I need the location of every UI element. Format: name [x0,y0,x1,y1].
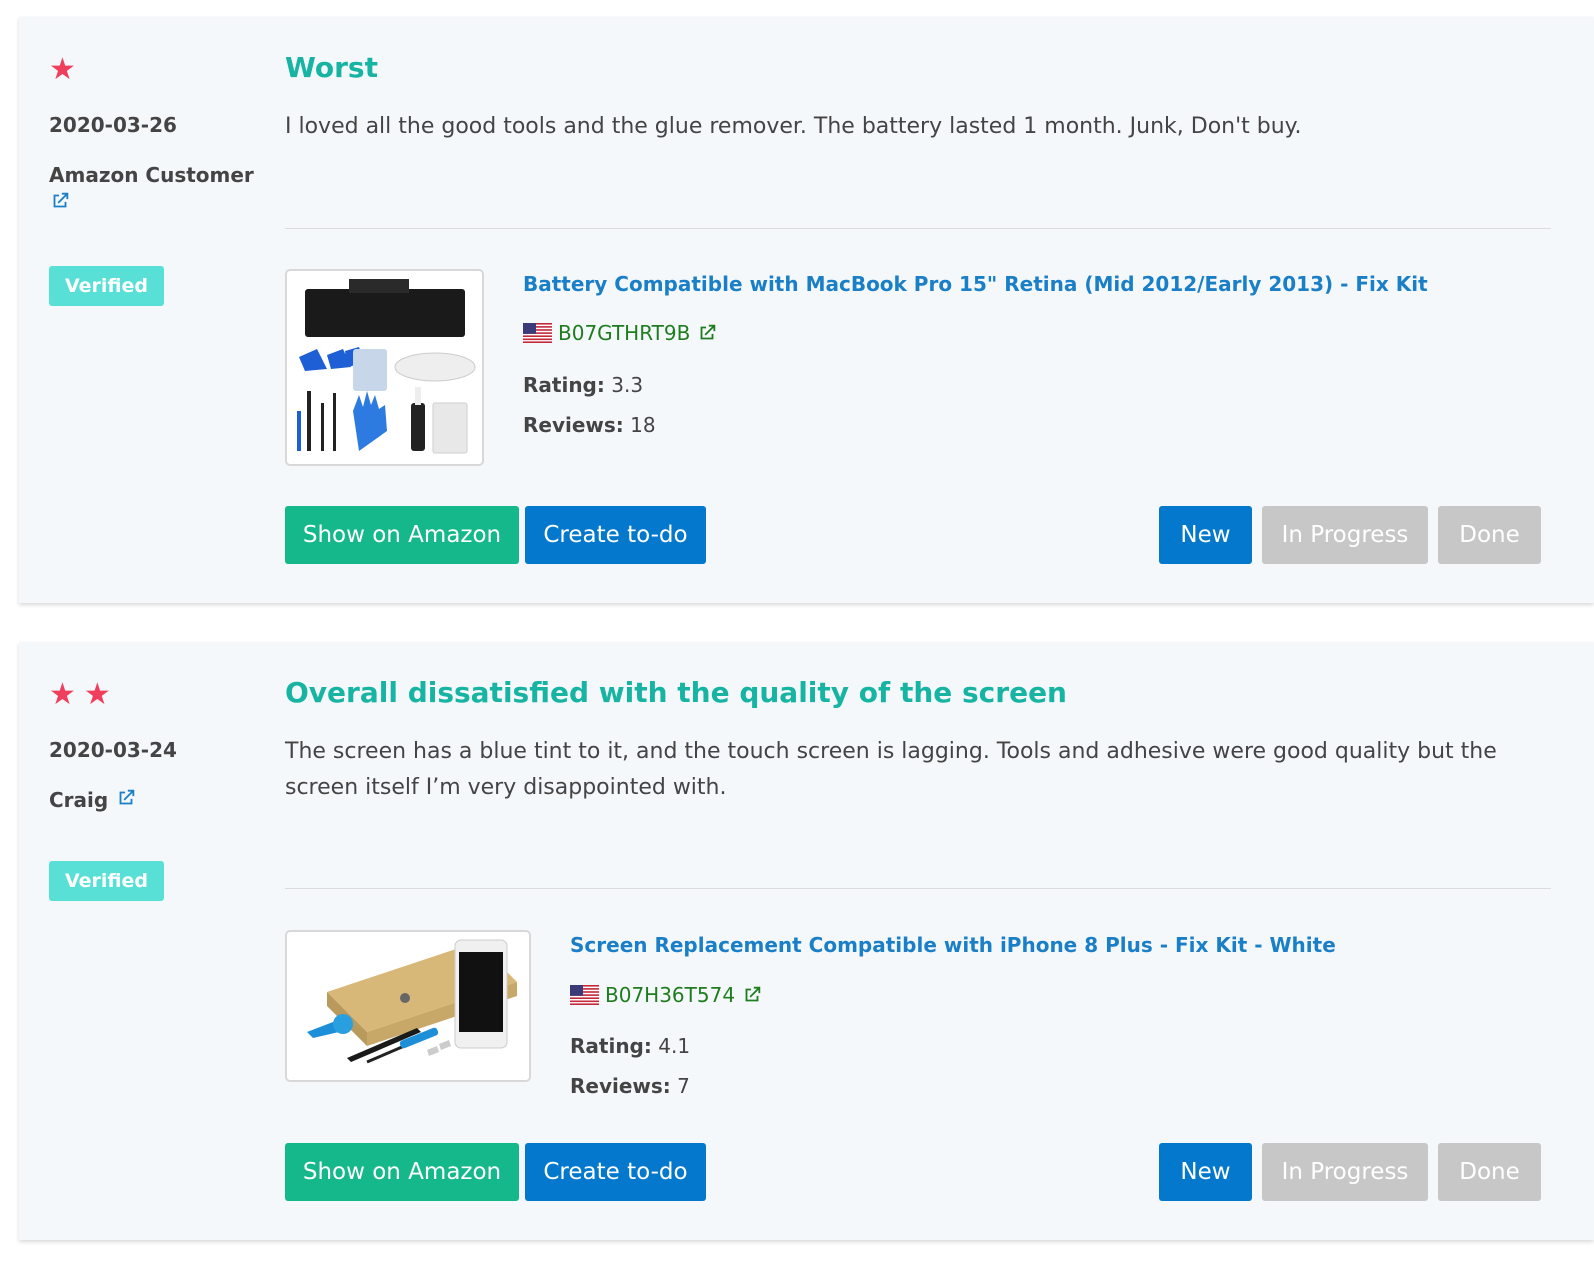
create-todo-button[interactable]: Create to-do [525,506,706,564]
product-rating: Rating: 3.3 [523,373,643,397]
external-link-icon[interactable] [49,190,71,212]
show-on-amazon-button[interactable]: Show on Amazon [285,506,519,564]
review-card: ★ ★ 2020-03-24 Craig Verified Overall di… [19,642,1594,1240]
star-icon: ★ [49,677,76,712]
product-rating: Rating: 4.1 [570,1034,690,1058]
rating-value: 4.1 [658,1034,691,1058]
review-text: The screen has a blue tint to it, and th… [285,739,1497,800]
product-title-link[interactable]: Screen Replacement Compatible with iPhon… [570,933,1336,957]
external-link-icon[interactable] [115,787,137,809]
asin-text[interactable]: B07GTHRT9B [558,321,690,345]
us-flag-icon [570,985,599,1005]
review-date: 2020-03-24 [49,738,177,762]
asin-text[interactable]: B07H36T574 [605,983,735,1007]
us-flag-icon [523,323,552,343]
product-asin: B07GTHRT9B [523,321,718,345]
reviews-value: 7 [677,1074,690,1098]
star-icon: ★ [83,677,111,712]
status-in-progress-button[interactable]: In Progress [1262,1143,1428,1201]
divider [285,228,1551,229]
product-title-link[interactable]: Battery Compatible with MacBook Pro 15" … [523,272,1428,296]
product-image[interactable] [285,930,531,1082]
star-rating: ★ ★ [49,677,111,712]
status-new-button[interactable]: New [1159,1143,1252,1201]
status-done-button[interactable]: Done [1438,1143,1541,1201]
verified-badge: Verified [49,266,165,306]
product-asin: B07H36T574 [570,983,763,1007]
rating-label: Rating: [570,1034,652,1058]
star-icon: ★ [49,52,76,87]
review-card: ★ 2020-03-26 Amazon Customer Verified Wo… [19,17,1594,603]
divider [285,888,1551,889]
rating-label: Rating: [523,373,605,397]
author-name: Amazon Customer [49,163,254,187]
review-author: Amazon Customer [49,161,259,217]
review-title: Overall dissatisfied with the quality of… [285,676,1067,709]
reviews-label: Reviews: [523,413,624,437]
create-todo-button[interactable]: Create to-do [525,1143,706,1201]
show-on-amazon-button[interactable]: Show on Amazon [285,1143,519,1201]
product-image[interactable] [285,269,484,466]
status-done-button[interactable]: Done [1438,506,1541,564]
review-date: 2020-03-26 [49,113,177,137]
star-rating: ★ [49,52,76,87]
product-reviews: Reviews: 18 [523,413,656,437]
reviews-value: 18 [630,413,656,437]
verified-badge: Verified [49,861,165,901]
status-new-button[interactable]: New [1159,506,1252,564]
external-link-icon[interactable] [741,984,763,1006]
author-name: Craig [49,788,109,812]
review-author: Craig [49,786,259,814]
review-text: I loved all the good tools and the glue … [285,114,1302,139]
rating-value: 3.3 [611,373,644,397]
reviews-label: Reviews: [570,1074,671,1098]
external-link-icon[interactable] [696,322,718,344]
review-title: Worst [285,51,378,84]
status-in-progress-button[interactable]: In Progress [1262,506,1428,564]
product-reviews: Reviews: 7 [570,1074,690,1098]
